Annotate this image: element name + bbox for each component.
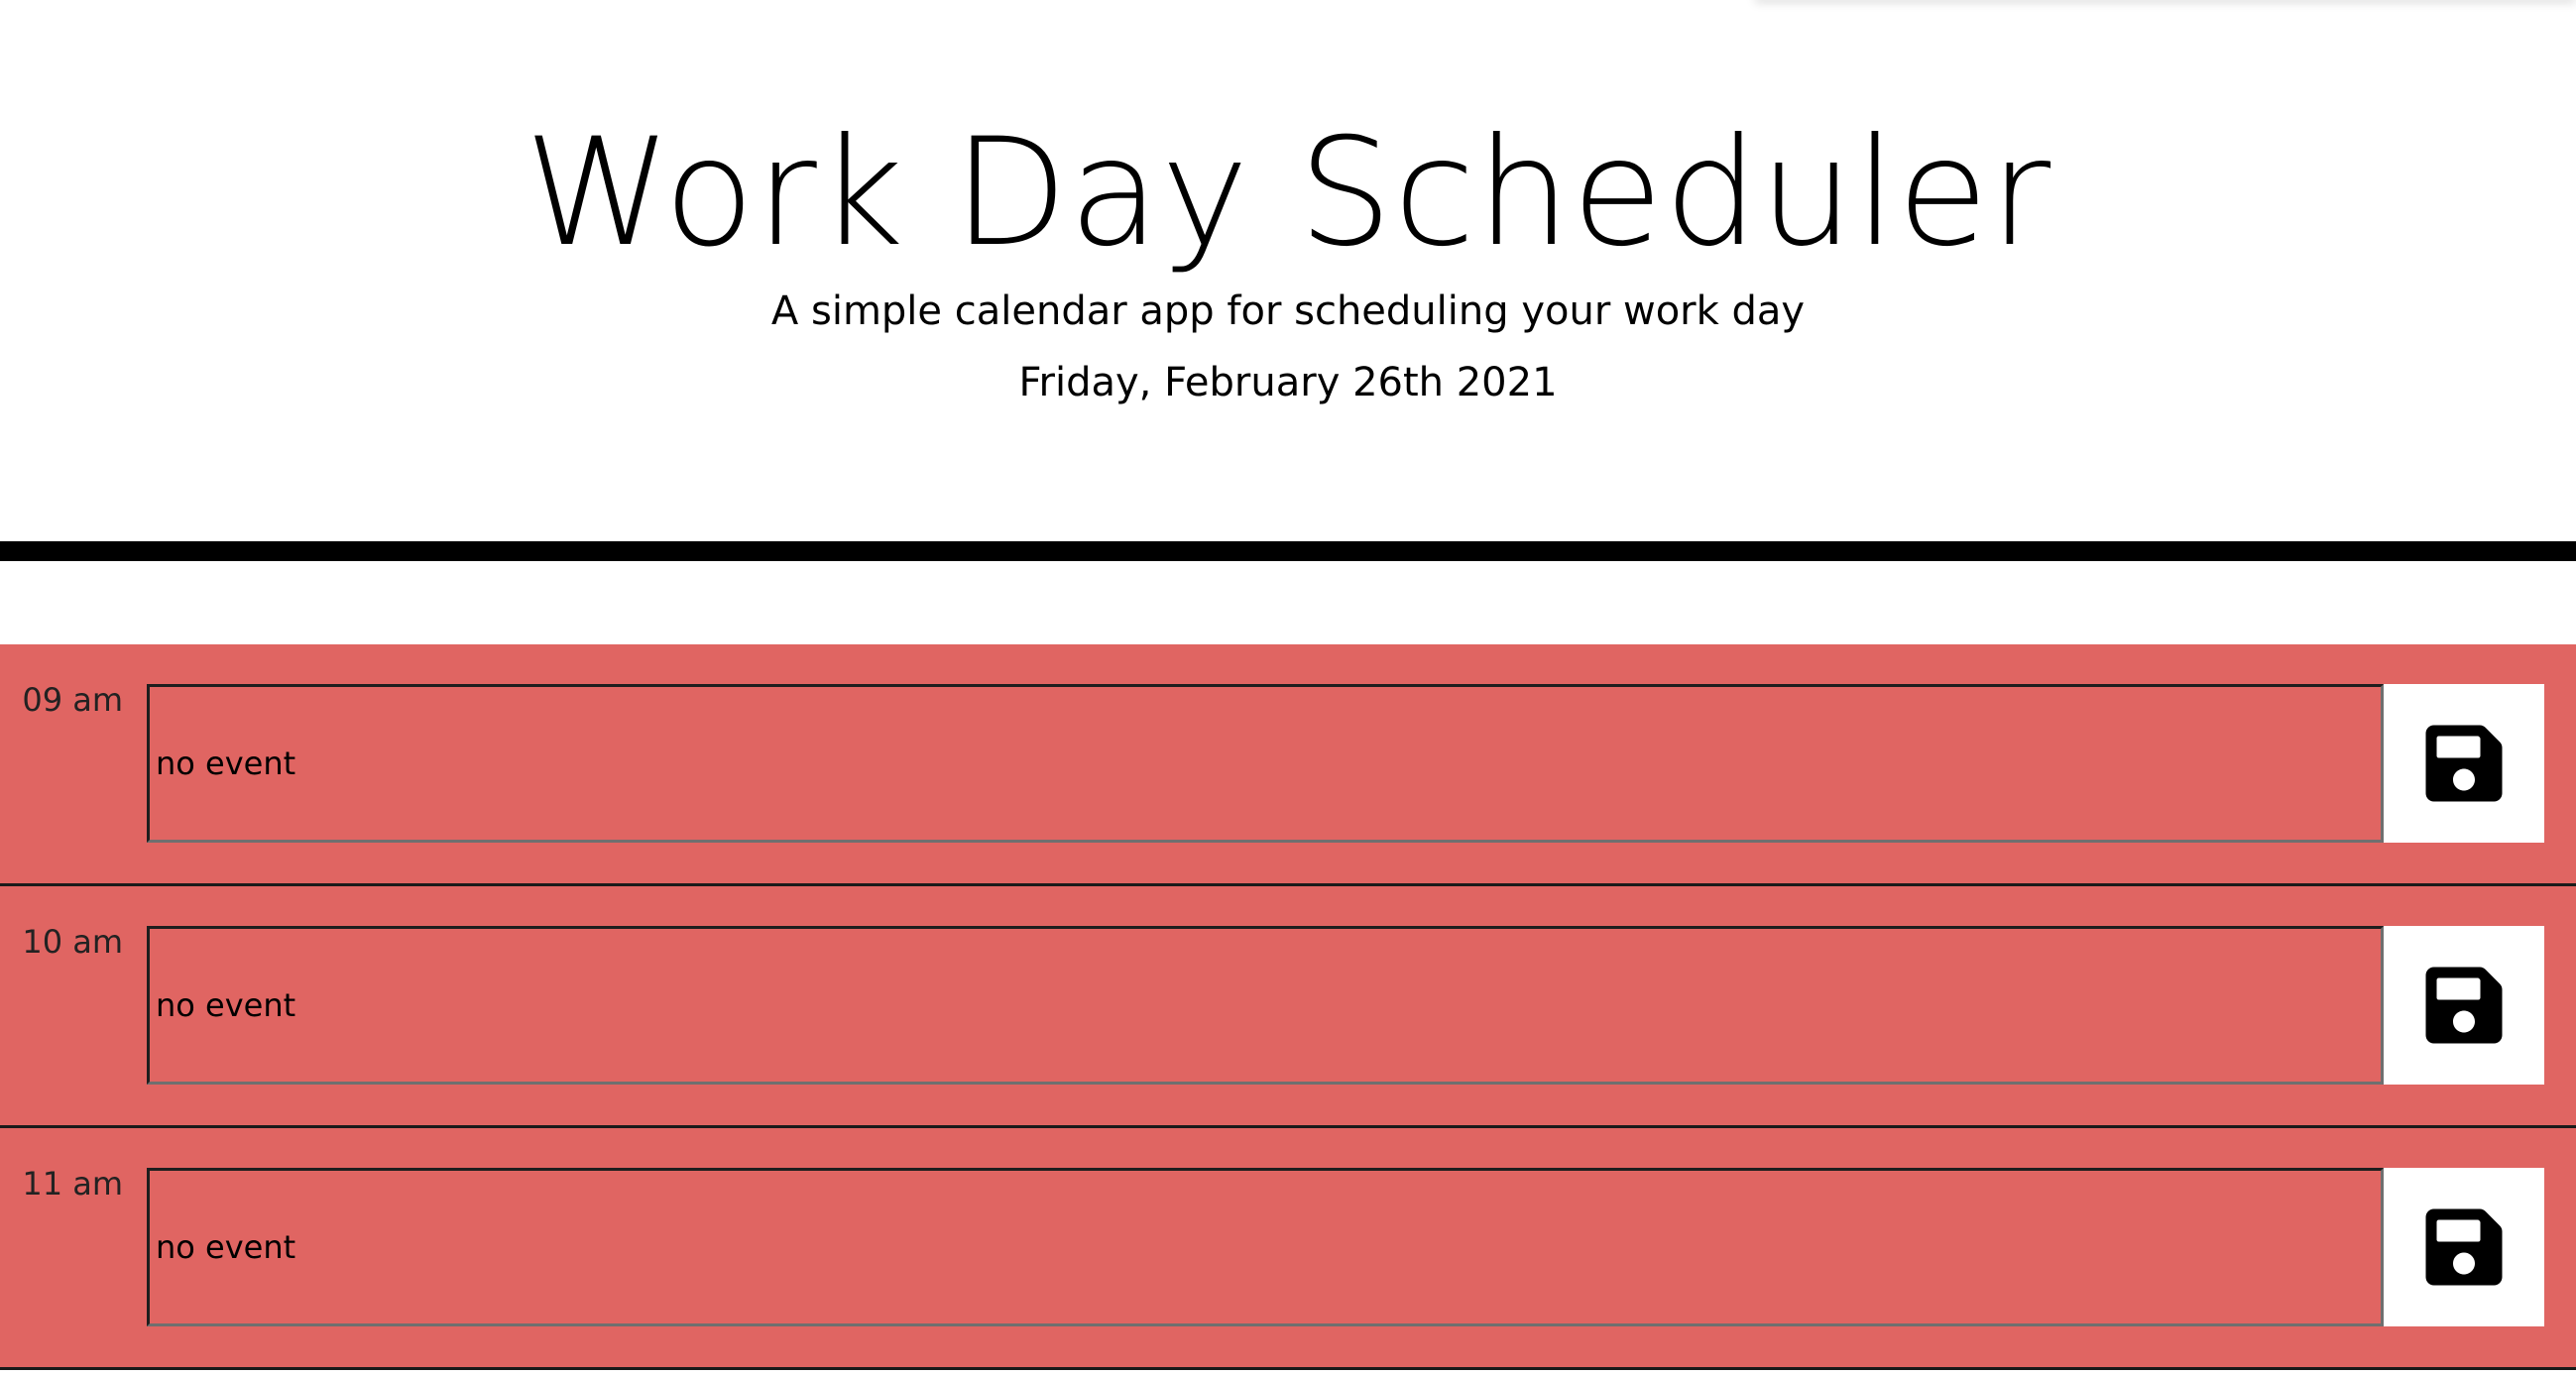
timeblock-row: 10 am no event	[0, 886, 2576, 1128]
page-title: Work Day Scheduler	[524, 107, 2052, 280]
timeblock-row: 09 am no event	[0, 644, 2576, 886]
floppy-disk-icon	[2425, 1208, 2503, 1286]
hour-label: 11 am	[22, 1165, 123, 1203]
hour-label: 09 am	[22, 681, 123, 719]
page-subtitle: A simple calendar app for scheduling you…	[770, 288, 1806, 334]
event-textarea[interactable]: no event	[147, 684, 2384, 843]
hour-label: 10 am	[22, 923, 123, 961]
event-textarea[interactable]: no event	[147, 926, 2384, 1085]
floppy-disk-icon	[2425, 725, 2503, 802]
save-button[interactable]	[2384, 1168, 2544, 1326]
save-button[interactable]	[2384, 926, 2544, 1085]
timeblock-row: 11 am no event	[0, 1128, 2576, 1370]
save-button[interactable]	[2384, 684, 2544, 843]
current-day: Friday, February 26th 2021	[1018, 360, 1558, 405]
event-textarea[interactable]: no event	[147, 1168, 2384, 1326]
header: Work Day Scheduler A simple calendar app…	[0, 0, 2576, 561]
timeblock-list: 09 am no event 10 am no event 11 am no e…	[0, 644, 2576, 1370]
floppy-disk-icon	[2425, 967, 2503, 1044]
